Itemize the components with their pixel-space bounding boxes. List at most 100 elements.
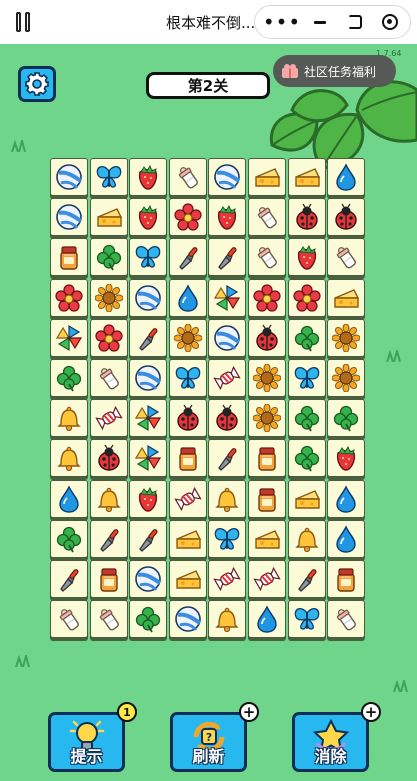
tile-red-flower[interactable] bbox=[248, 278, 286, 317]
tile-baby-bottle[interactable] bbox=[248, 198, 286, 237]
close-record-icon[interactable] bbox=[371, 6, 409, 38]
hint-button[interactable]: 提示 bbox=[48, 712, 125, 772]
tile-butterfly[interactable] bbox=[168, 359, 207, 397]
tile-cheese[interactable] bbox=[287, 479, 326, 518]
tile-red-flower[interactable] bbox=[89, 318, 128, 357]
tile-sunflower[interactable] bbox=[327, 359, 366, 397]
tile-sunflower[interactable] bbox=[89, 278, 128, 317]
tile-bell[interactable] bbox=[208, 479, 247, 518]
tile-clover[interactable] bbox=[129, 600, 168, 639]
tile-trowel[interactable] bbox=[168, 238, 207, 277]
tile-trowel[interactable] bbox=[208, 238, 247, 277]
tile-water-drop[interactable] bbox=[248, 600, 286, 639]
tile-strawberry[interactable] bbox=[208, 198, 247, 237]
tile-cheese[interactable] bbox=[287, 158, 326, 196]
sidebar-menu-icon[interactable] bbox=[16, 12, 34, 32]
tile-clover[interactable] bbox=[327, 399, 366, 438]
tile-pinwheel[interactable] bbox=[129, 399, 168, 438]
tile-sunflower[interactable] bbox=[248, 399, 286, 438]
tile-sunflower[interactable] bbox=[327, 318, 366, 357]
tile-cheese[interactable] bbox=[168, 560, 207, 598]
tile-strawberry[interactable] bbox=[129, 479, 168, 518]
tile-baby-bottle[interactable] bbox=[327, 600, 366, 639]
tile-clover[interactable] bbox=[287, 318, 326, 357]
tile-bell[interactable] bbox=[50, 399, 88, 438]
community-rewards-button[interactable]: 社区任务福利 bbox=[273, 55, 396, 87]
tile-candy[interactable] bbox=[168, 479, 207, 518]
refresh-button[interactable]: ? 刷新 bbox=[170, 712, 247, 772]
tile-candy[interactable] bbox=[208, 560, 247, 598]
tile-beach-ball[interactable] bbox=[129, 359, 168, 397]
tile-pinwheel[interactable] bbox=[129, 439, 168, 478]
eliminate-add-button[interactable]: + bbox=[361, 702, 381, 722]
tile-trowel[interactable] bbox=[89, 519, 128, 558]
tile-bell[interactable] bbox=[89, 479, 128, 518]
tile-honey-jar[interactable] bbox=[89, 560, 128, 598]
tile-cheese[interactable] bbox=[327, 278, 366, 317]
tile-cheese[interactable] bbox=[248, 519, 286, 558]
tile-strawberry[interactable] bbox=[129, 158, 168, 196]
tile-baby-bottle[interactable] bbox=[327, 238, 366, 277]
tile-ladybug[interactable] bbox=[287, 198, 326, 237]
settings-button[interactable] bbox=[18, 66, 56, 102]
tile-beach-ball[interactable] bbox=[208, 318, 247, 357]
tile-pinwheel[interactable] bbox=[208, 278, 247, 317]
tile-ladybug[interactable] bbox=[208, 399, 247, 438]
tile-beach-ball[interactable] bbox=[168, 600, 207, 639]
tile-cheese[interactable] bbox=[89, 198, 128, 237]
tile-clover[interactable] bbox=[89, 238, 128, 277]
tile-clover[interactable] bbox=[50, 359, 88, 397]
tile-ladybug[interactable] bbox=[89, 439, 128, 478]
tile-candy[interactable] bbox=[208, 359, 247, 397]
tile-strawberry[interactable] bbox=[287, 238, 326, 277]
tile-trowel[interactable] bbox=[208, 439, 247, 478]
tile-water-drop[interactable] bbox=[168, 278, 207, 317]
tile-trowel[interactable] bbox=[129, 318, 168, 357]
tile-baby-bottle[interactable] bbox=[50, 600, 88, 639]
tile-ladybug[interactable] bbox=[168, 399, 207, 438]
eliminate-button[interactable]: 消除 bbox=[292, 712, 369, 772]
tile-bell[interactable] bbox=[287, 519, 326, 558]
tile-red-flower[interactable] bbox=[168, 198, 207, 237]
tile-beach-ball[interactable] bbox=[129, 278, 168, 317]
tile-beach-ball[interactable] bbox=[50, 198, 88, 237]
tile-beach-ball[interactable] bbox=[50, 158, 88, 196]
tile-candy[interactable] bbox=[248, 560, 286, 598]
tile-water-drop[interactable] bbox=[327, 519, 366, 558]
tile-sunflower[interactable] bbox=[248, 359, 286, 397]
tile-honey-jar[interactable] bbox=[327, 560, 366, 598]
tile-strawberry[interactable] bbox=[327, 439, 366, 478]
minimize-icon[interactable] bbox=[301, 6, 339, 38]
tile-pinwheel[interactable] bbox=[50, 318, 88, 357]
tile-butterfly[interactable] bbox=[287, 600, 326, 639]
tile-sunflower[interactable] bbox=[168, 318, 207, 357]
tile-butterfly[interactable] bbox=[208, 519, 247, 558]
tile-strawberry[interactable] bbox=[129, 198, 168, 237]
more-options-icon[interactable]: ••• bbox=[263, 6, 301, 38]
tile-honey-jar[interactable] bbox=[168, 439, 207, 478]
tile-clover[interactable] bbox=[50, 519, 88, 558]
tile-bell[interactable] bbox=[50, 439, 88, 478]
tile-clover[interactable] bbox=[287, 399, 326, 438]
tile-honey-jar[interactable] bbox=[50, 238, 88, 277]
tile-butterfly[interactable] bbox=[287, 359, 326, 397]
restore-icon[interactable] bbox=[336, 6, 374, 38]
tile-bell[interactable] bbox=[208, 600, 247, 639]
tile-honey-jar[interactable] bbox=[248, 479, 286, 518]
tile-cheese[interactable] bbox=[168, 519, 207, 558]
tile-trowel[interactable] bbox=[287, 560, 326, 598]
tile-ladybug[interactable] bbox=[327, 198, 366, 237]
tile-clover[interactable] bbox=[287, 439, 326, 478]
tile-ladybug[interactable] bbox=[248, 318, 286, 357]
tile-baby-bottle[interactable] bbox=[248, 238, 286, 277]
tile-red-flower[interactable] bbox=[287, 278, 326, 317]
refresh-add-button[interactable]: + bbox=[239, 702, 259, 722]
tile-red-flower[interactable] bbox=[50, 278, 88, 317]
tile-water-drop[interactable] bbox=[50, 479, 88, 518]
tile-candy[interactable] bbox=[89, 399, 128, 438]
tile-beach-ball[interactable] bbox=[208, 158, 247, 196]
tile-trowel[interactable] bbox=[50, 560, 88, 598]
tile-water-drop[interactable] bbox=[327, 158, 366, 196]
tile-baby-bottle[interactable] bbox=[168, 158, 207, 196]
tile-butterfly[interactable] bbox=[89, 158, 128, 196]
